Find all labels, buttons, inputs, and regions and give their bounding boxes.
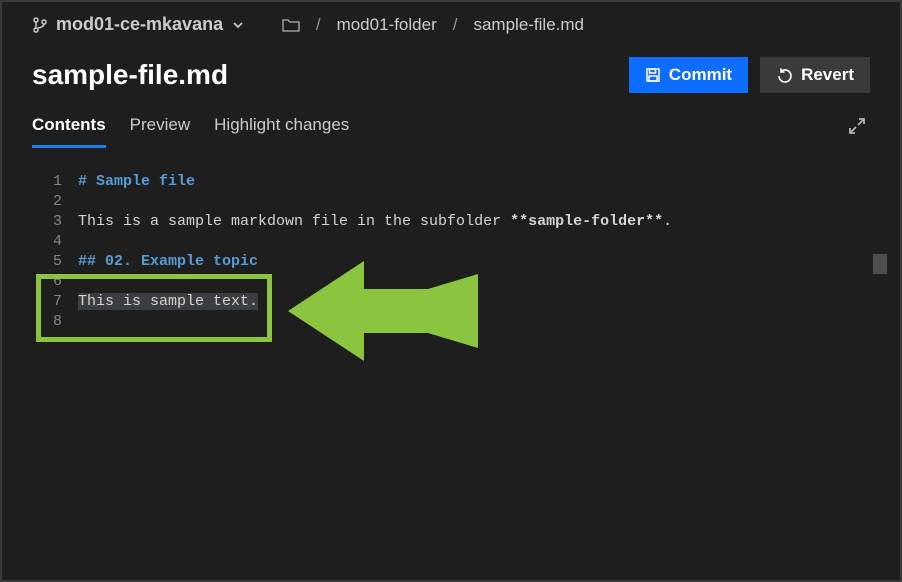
commit-label: Commit xyxy=(669,65,732,85)
header-actions: Commit Revert xyxy=(629,57,870,93)
selected-text: This is sample text. xyxy=(78,293,258,310)
editor-line: 4 xyxy=(32,232,869,252)
tab-preview[interactable]: Preview xyxy=(130,109,190,148)
branch-icon xyxy=(32,17,48,33)
commit-button[interactable]: Commit xyxy=(629,57,748,93)
editor-line: 3This is a sample markdown file in the s… xyxy=(32,212,869,232)
line-number: 1 xyxy=(32,172,78,192)
editor-container: 1# Sample file 2 3This is a sample markd… xyxy=(32,170,870,560)
tabs-row: Contents Preview Highlight changes xyxy=(2,103,900,148)
revert-button[interactable]: Revert xyxy=(760,57,870,93)
breadcrumb-file[interactable]: sample-file.md xyxy=(473,15,584,35)
scrollbar-thumb[interactable] xyxy=(873,254,887,274)
line-number: 6 xyxy=(32,272,78,292)
breadcrumb: mod01-ce-mkavana / mod01-folder / sample… xyxy=(2,2,900,39)
line-number: 5 xyxy=(32,252,78,272)
line-number: 4 xyxy=(32,232,78,252)
branch-name: mod01-ce-mkavana xyxy=(56,14,223,35)
tab-contents[interactable]: Contents xyxy=(32,109,106,148)
expand-icon xyxy=(848,117,866,135)
line-content: ## 02. Example topic xyxy=(78,252,258,272)
editor-line: 1# Sample file xyxy=(32,172,869,192)
line-content: This is sample text. xyxy=(78,292,258,312)
breadcrumb-folder[interactable]: mod01-folder xyxy=(337,15,437,35)
branch-selector[interactable]: mod01-ce-mkavana xyxy=(32,14,245,35)
tab-highlight-changes[interactable]: Highlight changes xyxy=(214,109,349,148)
line-content: # Sample file xyxy=(78,172,195,192)
line-number: 3 xyxy=(32,212,78,232)
editor-line: 5## 02. Example topic xyxy=(32,252,869,272)
editor-line: 8 xyxy=(32,312,869,332)
code-editor[interactable]: 1# Sample file 2 3This is a sample markd… xyxy=(32,170,869,332)
page-title: sample-file.md xyxy=(32,59,228,91)
line-number: 8 xyxy=(32,312,78,332)
line-number: 7 xyxy=(32,292,78,312)
fullscreen-button[interactable] xyxy=(844,113,870,144)
editor-line: 7This is sample text. xyxy=(32,292,869,312)
line-content: This is a sample markdown file in the su… xyxy=(78,212,672,232)
header-row: sample-file.md Commit Revert xyxy=(2,39,900,103)
tabs: Contents Preview Highlight changes xyxy=(32,109,349,148)
editor-line: 6 xyxy=(32,272,869,292)
breadcrumb-separator xyxy=(261,15,266,35)
line-number: 2 xyxy=(32,192,78,212)
editor-line: 2 xyxy=(32,192,869,212)
breadcrumb-separator: / xyxy=(316,15,321,35)
revert-label: Revert xyxy=(801,65,854,85)
breadcrumb-separator: / xyxy=(453,15,458,35)
revert-icon xyxy=(776,67,793,84)
chevron-down-icon xyxy=(231,18,245,32)
folder-icon[interactable] xyxy=(282,17,300,33)
save-icon xyxy=(645,67,661,83)
